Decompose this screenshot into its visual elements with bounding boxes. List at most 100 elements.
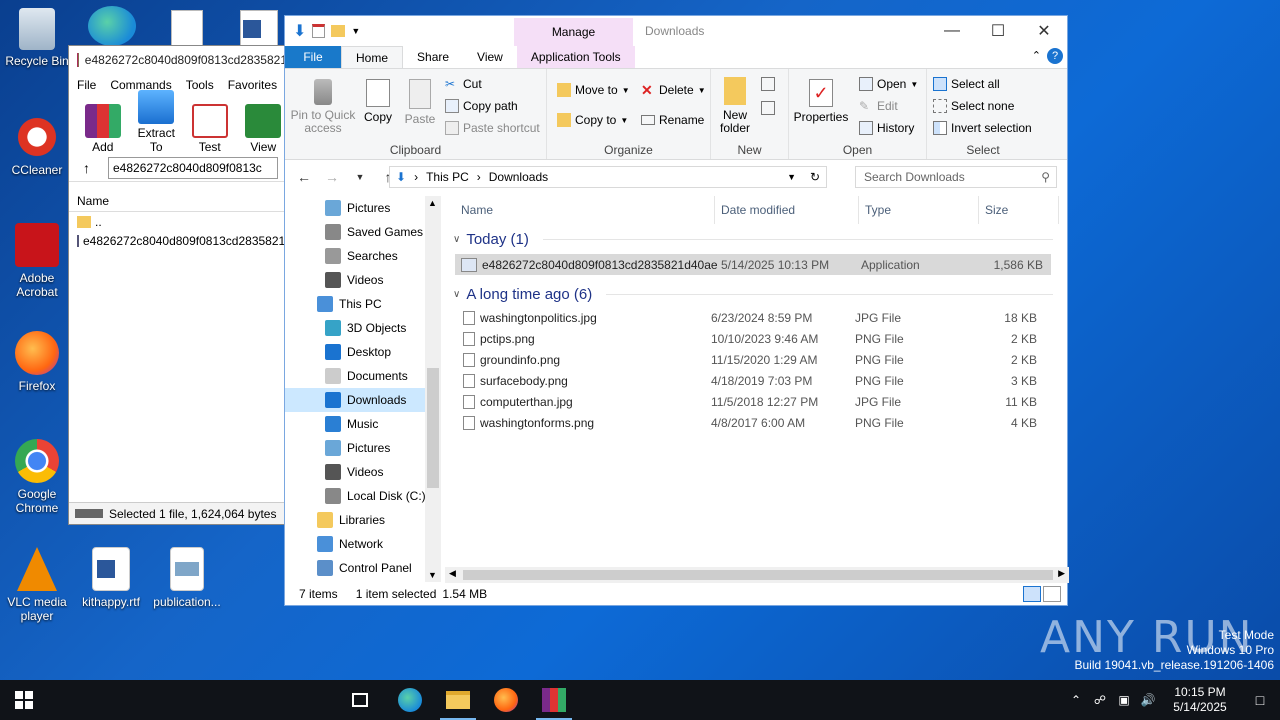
back-arrow-icon[interactable]: ← [295, 169, 313, 185]
tab-file[interactable]: File [285, 46, 341, 68]
help-icon[interactable]: ? [1047, 48, 1063, 64]
nav-item[interactable]: Searches [285, 244, 441, 268]
nav-item[interactable]: Music [285, 412, 441, 436]
maximize-button[interactable]: ☐ [975, 16, 1021, 46]
file-row[interactable]: washingtonforms.png 4/8/2017 6:00 AM PNG F… [445, 412, 1061, 433]
search-input[interactable]: Search Downloads ⚲ [855, 166, 1057, 188]
nav-item[interactable]: Saved Games [285, 220, 441, 244]
new-folder-button[interactable]: New folder [715, 77, 755, 135]
select-all-button[interactable]: Select all [933, 77, 1000, 91]
explorer-window[interactable]: ⬇ ▼ Manage Downloads — ☐ ✕ File Home Sha… [284, 15, 1069, 606]
desktop-icon-google-chrome[interactable]: Google Chrome [1, 439, 73, 515]
refresh-icon[interactable]: ↻ [810, 170, 820, 184]
nav-item[interactable]: Videos [285, 268, 441, 292]
winrar-path-field[interactable]: e4826272c8040d809f0813c [108, 156, 278, 179]
cut-button[interactable]: ✂ Cut [445, 77, 482, 91]
taskbar-edge[interactable] [386, 680, 434, 720]
word-document-icon[interactable] [240, 10, 278, 46]
security-icon[interactable]: ☍ [1088, 693, 1112, 707]
group-header[interactable]: ∨ Today (1) [445, 226, 1061, 252]
collapse-ribbon-icon[interactable]: ⌃ [1032, 49, 1041, 62]
recent-locations-icon[interactable]: ▼ [351, 172, 369, 182]
winrar-titlebar[interactable]: e4826272c8040d809f0813cd2835821 [69, 46, 287, 74]
task-view-button[interactable] [336, 680, 384, 720]
nav-item[interactable]: Libraries [285, 508, 441, 532]
breadcrumb-downloads[interactable]: Downloads [489, 170, 548, 184]
winrar-extract-button[interactable]: Extract To [133, 90, 181, 154]
scroll-down-icon[interactable]: ▼ [428, 570, 437, 580]
explorer-titlebar[interactable]: ⬇ ▼ Manage Downloads — ☐ ✕ [285, 16, 1067, 46]
copy-button[interactable]: Copy [359, 79, 397, 124]
tab-share[interactable]: Share [403, 46, 463, 68]
file-row[interactable]: groundinfo.png 11/15/2020 1:29 AM PNG File… [445, 349, 1061, 370]
desktop-icon-kithappy[interactable]: kithappy.rtf [75, 547, 147, 609]
edit-button[interactable]: ✎ Edit [859, 99, 898, 113]
chevron-down-icon[interactable]: ∨ [453, 234, 460, 245]
easy-access-icon[interactable] [761, 101, 775, 115]
nav-item[interactable]: Documents [285, 364, 441, 388]
file-row[interactable]: surfacebody.png 4/18/2019 7:03 PM PNG File… [445, 370, 1061, 391]
nav-item[interactable]: Control Panel [285, 556, 441, 580]
edge-desktop-icon[interactable] [88, 6, 136, 46]
file-row[interactable]: washingtonpolitics.jpg 6/23/2024 8:59 PM J… [445, 307, 1061, 328]
close-button[interactable]: ✕ [1021, 16, 1067, 46]
taskbar-file-explorer[interactable] [434, 680, 482, 720]
winrar-add-button[interactable]: Add [79, 104, 127, 154]
nav-item[interactable]: Pictures [285, 436, 441, 460]
horizontal-scrollbar[interactable]: ◀ ▶ [445, 567, 1069, 583]
network-icon[interactable]: ▣ [1112, 693, 1136, 707]
horizontal-scroll-thumb[interactable] [463, 570, 1053, 580]
winrar-menu-file[interactable]: File [77, 78, 96, 92]
notifications-icon[interactable]: □ [1240, 692, 1280, 708]
address-bar[interactable]: ⬇ › This PC › Downloads ▼ ↻ [389, 166, 827, 188]
winrar-view-button[interactable]: View [240, 104, 288, 154]
qat-dropdown-icon[interactable]: ▼ [351, 26, 360, 36]
column-size[interactable]: Size [979, 196, 1059, 224]
show-hidden-icons-icon[interactable]: ⌃ [1064, 693, 1088, 707]
delete-button[interactable]: ✕ Delete ▼ [641, 83, 706, 97]
winrar-test-button[interactable]: Test [186, 104, 234, 154]
list-item[interactable]: .. [69, 212, 287, 231]
nav-item[interactable]: This PC [285, 292, 441, 316]
desktop-icon-recycle-bin[interactable]: Recycle Bin [1, 8, 73, 68]
nav-scroll-thumb[interactable] [427, 368, 439, 488]
winrar-menu-favorites[interactable]: Favorites [228, 78, 277, 92]
desktop-icon-vlc[interactable]: VLC media player [1, 547, 73, 623]
scroll-left-icon[interactable]: ◀ [449, 568, 456, 579]
desktop-icon-adobe-acrobat[interactable]: Adobe Acrobat [1, 223, 73, 299]
nav-item[interactable]: Local Disk (C:) [285, 484, 441, 508]
forward-arrow-icon[interactable]: → [323, 169, 341, 185]
history-button[interactable]: History [859, 121, 914, 135]
invert-selection-button[interactable]: Invert selection [933, 121, 1032, 135]
image-file-icon[interactable] [171, 10, 203, 46]
large-icons-view-icon[interactable] [1043, 586, 1061, 602]
copy-path-button[interactable]: Copy path [445, 99, 518, 113]
details-view-icon[interactable] [1023, 586, 1041, 602]
group-header[interactable]: ∨ A long time ago (6) [445, 281, 1061, 307]
scroll-up-icon[interactable]: ▲ [428, 198, 437, 208]
minimize-button[interactable]: — [929, 16, 975, 46]
volume-icon[interactable]: 🔊 [1136, 693, 1160, 707]
nav-item[interactable]: Network [285, 532, 441, 556]
taskbar-winrar[interactable] [530, 680, 578, 720]
start-button[interactable] [0, 680, 48, 720]
new-folder-icon[interactable] [331, 25, 346, 37]
nav-pane-scrollbar[interactable]: ▲ ▼ [425, 196, 441, 582]
column-type[interactable]: Type [859, 196, 979, 224]
taskbar-firefox[interactable] [482, 680, 530, 720]
desktop-icon-firefox[interactable]: Firefox [1, 331, 73, 393]
chevron-down-icon[interactable]: ∨ [453, 289, 460, 300]
address-dropdown-icon[interactable]: ▼ [787, 172, 796, 182]
file-row[interactable]: e4826272c8040d809f0813cd2835821d40ae... 5… [455, 254, 1051, 275]
file-row[interactable]: pctips.png 10/10/2023 9:46 AM PNG File 2 KB [445, 328, 1061, 349]
nav-item[interactable]: Videos [285, 460, 441, 484]
desktop-icon-ccleaner[interactable]: CCleaner [1, 115, 73, 177]
properties-icon[interactable] [312, 24, 326, 38]
winrar-window[interactable]: e4826272c8040d809f0813cd2835821 File Com… [68, 45, 288, 525]
paste-button[interactable]: Paste [401, 79, 439, 126]
up-arrow-icon[interactable]: ↑ [83, 160, 90, 176]
properties-button[interactable]: ✓ Properties [793, 79, 849, 124]
nav-item[interactable]: 3D Objects [285, 316, 441, 340]
nav-item[interactable]: Desktop [285, 340, 441, 364]
tab-application-tools[interactable]: Application Tools [516, 46, 635, 68]
